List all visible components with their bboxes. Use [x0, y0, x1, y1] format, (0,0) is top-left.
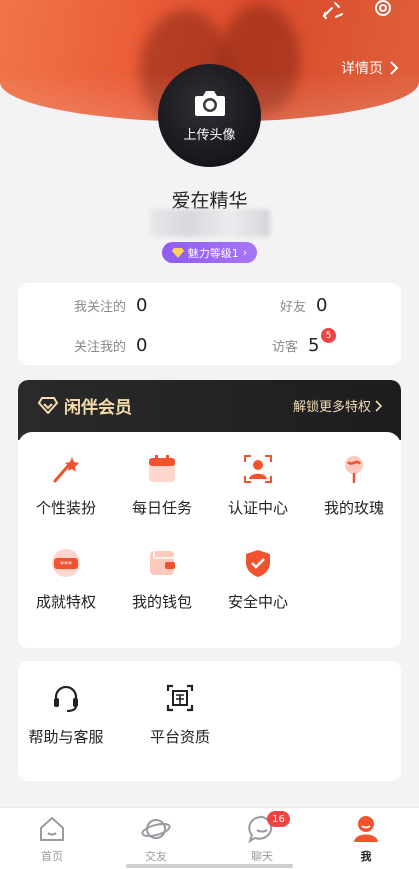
vip-card: 闲伴会员 解锁更多特权 个性装扮 每日任务 认证中心 我的玫瑰 *** 成就特权: [18, 380, 401, 648]
feature-personal-dress[interactable]: 个性装扮: [18, 454, 114, 518]
rose-icon: [345, 456, 363, 483]
headset-icon: [54, 685, 78, 712]
edit-pen-icon[interactable]: [322, 0, 344, 20]
stat-label: 好友: [280, 300, 307, 315]
help-label: 帮助与客服: [28, 728, 104, 746]
stat-value: 0: [136, 335, 148, 356]
feature-label: 个性装扮: [35, 499, 96, 517]
badge-card-icon: ***: [52, 549, 80, 577]
vip-unlock-link[interactable]: 解锁更多特权: [293, 396, 383, 415]
feature-label: 我的钱包: [131, 593, 192, 611]
tab-label: 聊天: [251, 850, 273, 863]
chevron-right-icon: ›: [242, 246, 248, 259]
tab-label: 我: [360, 850, 372, 863]
stat-label: 关注我的: [74, 340, 127, 355]
shield-check-icon: [246, 550, 270, 577]
feature-verify-center[interactable]: 认证中心: [210, 454, 306, 518]
feature-label: 我的玫瑰: [323, 499, 384, 517]
feature-label: 每日任务: [131, 499, 192, 517]
bottom-tab-bar: 首页 交友 聊天 我: [0, 807, 419, 869]
stats-card: 我关注的 0 好友 0 关注我的 0 访客 5 5: [18, 283, 401, 365]
tab-friends[interactable]: 交友: [126, 814, 186, 864]
feature-label: 认证中心: [227, 499, 288, 517]
help-card: 帮助与客服 平台资质: [18, 661, 401, 781]
detail-page-label: 详情页: [341, 61, 383, 77]
feature-label: 成就特权: [35, 593, 96, 611]
gear-icon[interactable]: [372, 0, 394, 20]
tab-label: 首页: [41, 850, 63, 863]
stat-followers[interactable]: 关注我的 0: [74, 335, 147, 356]
id-verify-icon: [244, 455, 272, 483]
vip-heart-icon: [38, 397, 58, 414]
avatar-upload-label: 上传头像: [183, 128, 236, 143]
wallet-icon: [150, 551, 175, 575]
vip-header[interactable]: 闲伴会员 解锁更多特权: [18, 380, 401, 440]
vip-title: 闲伴会员: [64, 398, 132, 418]
stat-following[interactable]: 我关注的 0: [74, 295, 147, 316]
chevron-right-icon: [375, 399, 383, 412]
profile-icon: [354, 816, 378, 842]
charm-level-badge[interactable]: 魅力等级1 ›: [162, 242, 257, 263]
diamond-icon: [171, 248, 184, 258]
chat-unread-badge: 16: [267, 811, 290, 827]
stat-label: 访客: [272, 340, 299, 355]
feature-label: 安全中心: [227, 593, 288, 611]
stat-value: 0: [316, 295, 328, 316]
home-indicator[interactable]: [126, 864, 293, 868]
avatar-upload[interactable]: 上传头像: [158, 64, 261, 167]
feature-security-center[interactable]: 安全中心: [210, 548, 306, 612]
stat-label: 我关注的: [74, 300, 127, 315]
magic-wand-icon: [53, 457, 79, 483]
feature-my-roses[interactable]: 我的玫瑰: [306, 454, 401, 518]
tab-label: 交友: [145, 850, 167, 863]
help-platform-qualification[interactable]: 平台资质: [132, 683, 228, 747]
stat-value: 5: [308, 335, 320, 356]
home-icon: [40, 817, 64, 841]
feature-daily-task[interactable]: 每日任务: [114, 454, 210, 518]
tab-me[interactable]: 我: [336, 814, 396, 864]
camera-icon: [194, 91, 225, 116]
blurred-user-id: [150, 209, 270, 237]
stat-visitors[interactable]: 访客 5: [272, 335, 319, 356]
stat-value: 0: [136, 295, 148, 316]
svg-text:***: ***: [60, 560, 72, 569]
charm-level-label: 魅力等级1: [187, 246, 239, 260]
vip-unlock-label: 解锁更多特权: [292, 400, 371, 415]
chevron-right-icon: [390, 61, 399, 75]
tab-home[interactable]: 首页: [22, 814, 82, 864]
feature-achievements[interactable]: *** 成就特权: [18, 548, 114, 612]
stat-friends[interactable]: 好友 0: [280, 295, 327, 316]
vip-feature-grid: 个性装扮 每日任务 认证中心 我的玫瑰 *** 成就特权 我的钱包 安全中心: [18, 432, 401, 648]
planet-icon: [141, 819, 171, 839]
detail-page-link[interactable]: 详情页: [341, 58, 399, 78]
help-customer-service[interactable]: 帮助与客服: [18, 683, 114, 747]
certificate-icon: [166, 684, 194, 712]
feature-wallet[interactable]: 我的钱包: [114, 548, 210, 612]
calendar-icon: [149, 455, 175, 482]
visitors-count-badge: 5: [321, 328, 336, 343]
help-label: 平台资质: [149, 728, 210, 746]
